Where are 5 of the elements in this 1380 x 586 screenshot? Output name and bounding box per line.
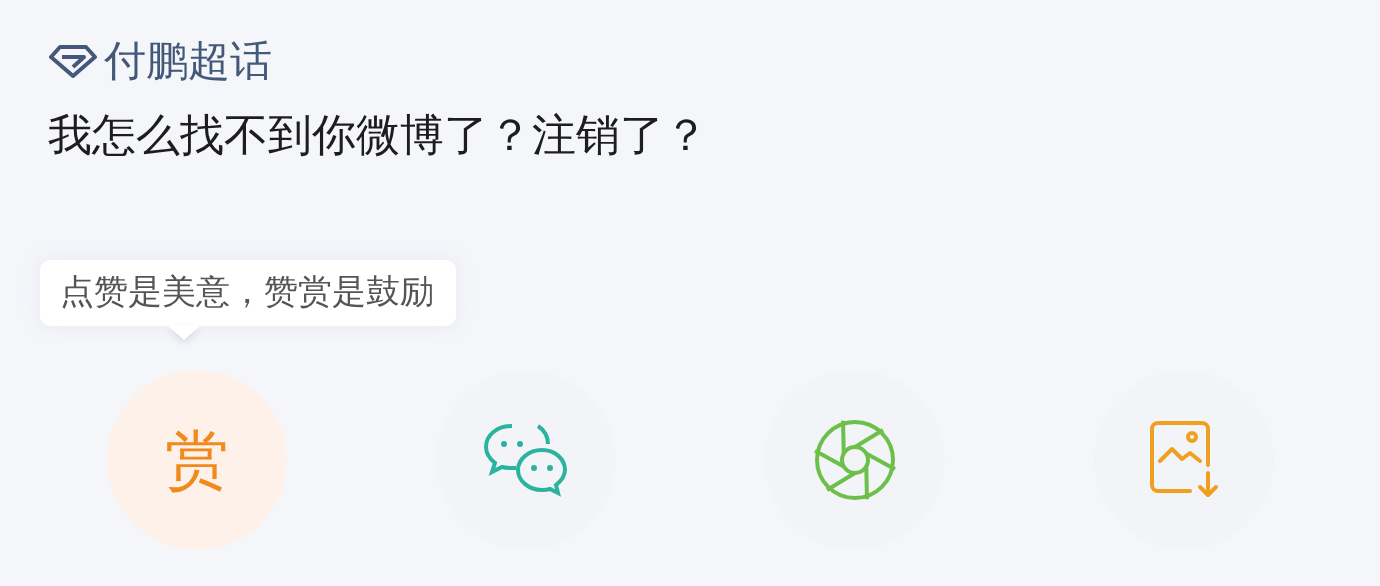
tooltip-pointer bbox=[168, 326, 200, 340]
post-text: 我怎么找不到你微博了？注销了？ bbox=[48, 108, 709, 162]
diamond-icon bbox=[48, 44, 98, 78]
aperture-icon bbox=[813, 418, 897, 502]
topic-label[interactable]: 付鹏超话 bbox=[104, 30, 272, 92]
